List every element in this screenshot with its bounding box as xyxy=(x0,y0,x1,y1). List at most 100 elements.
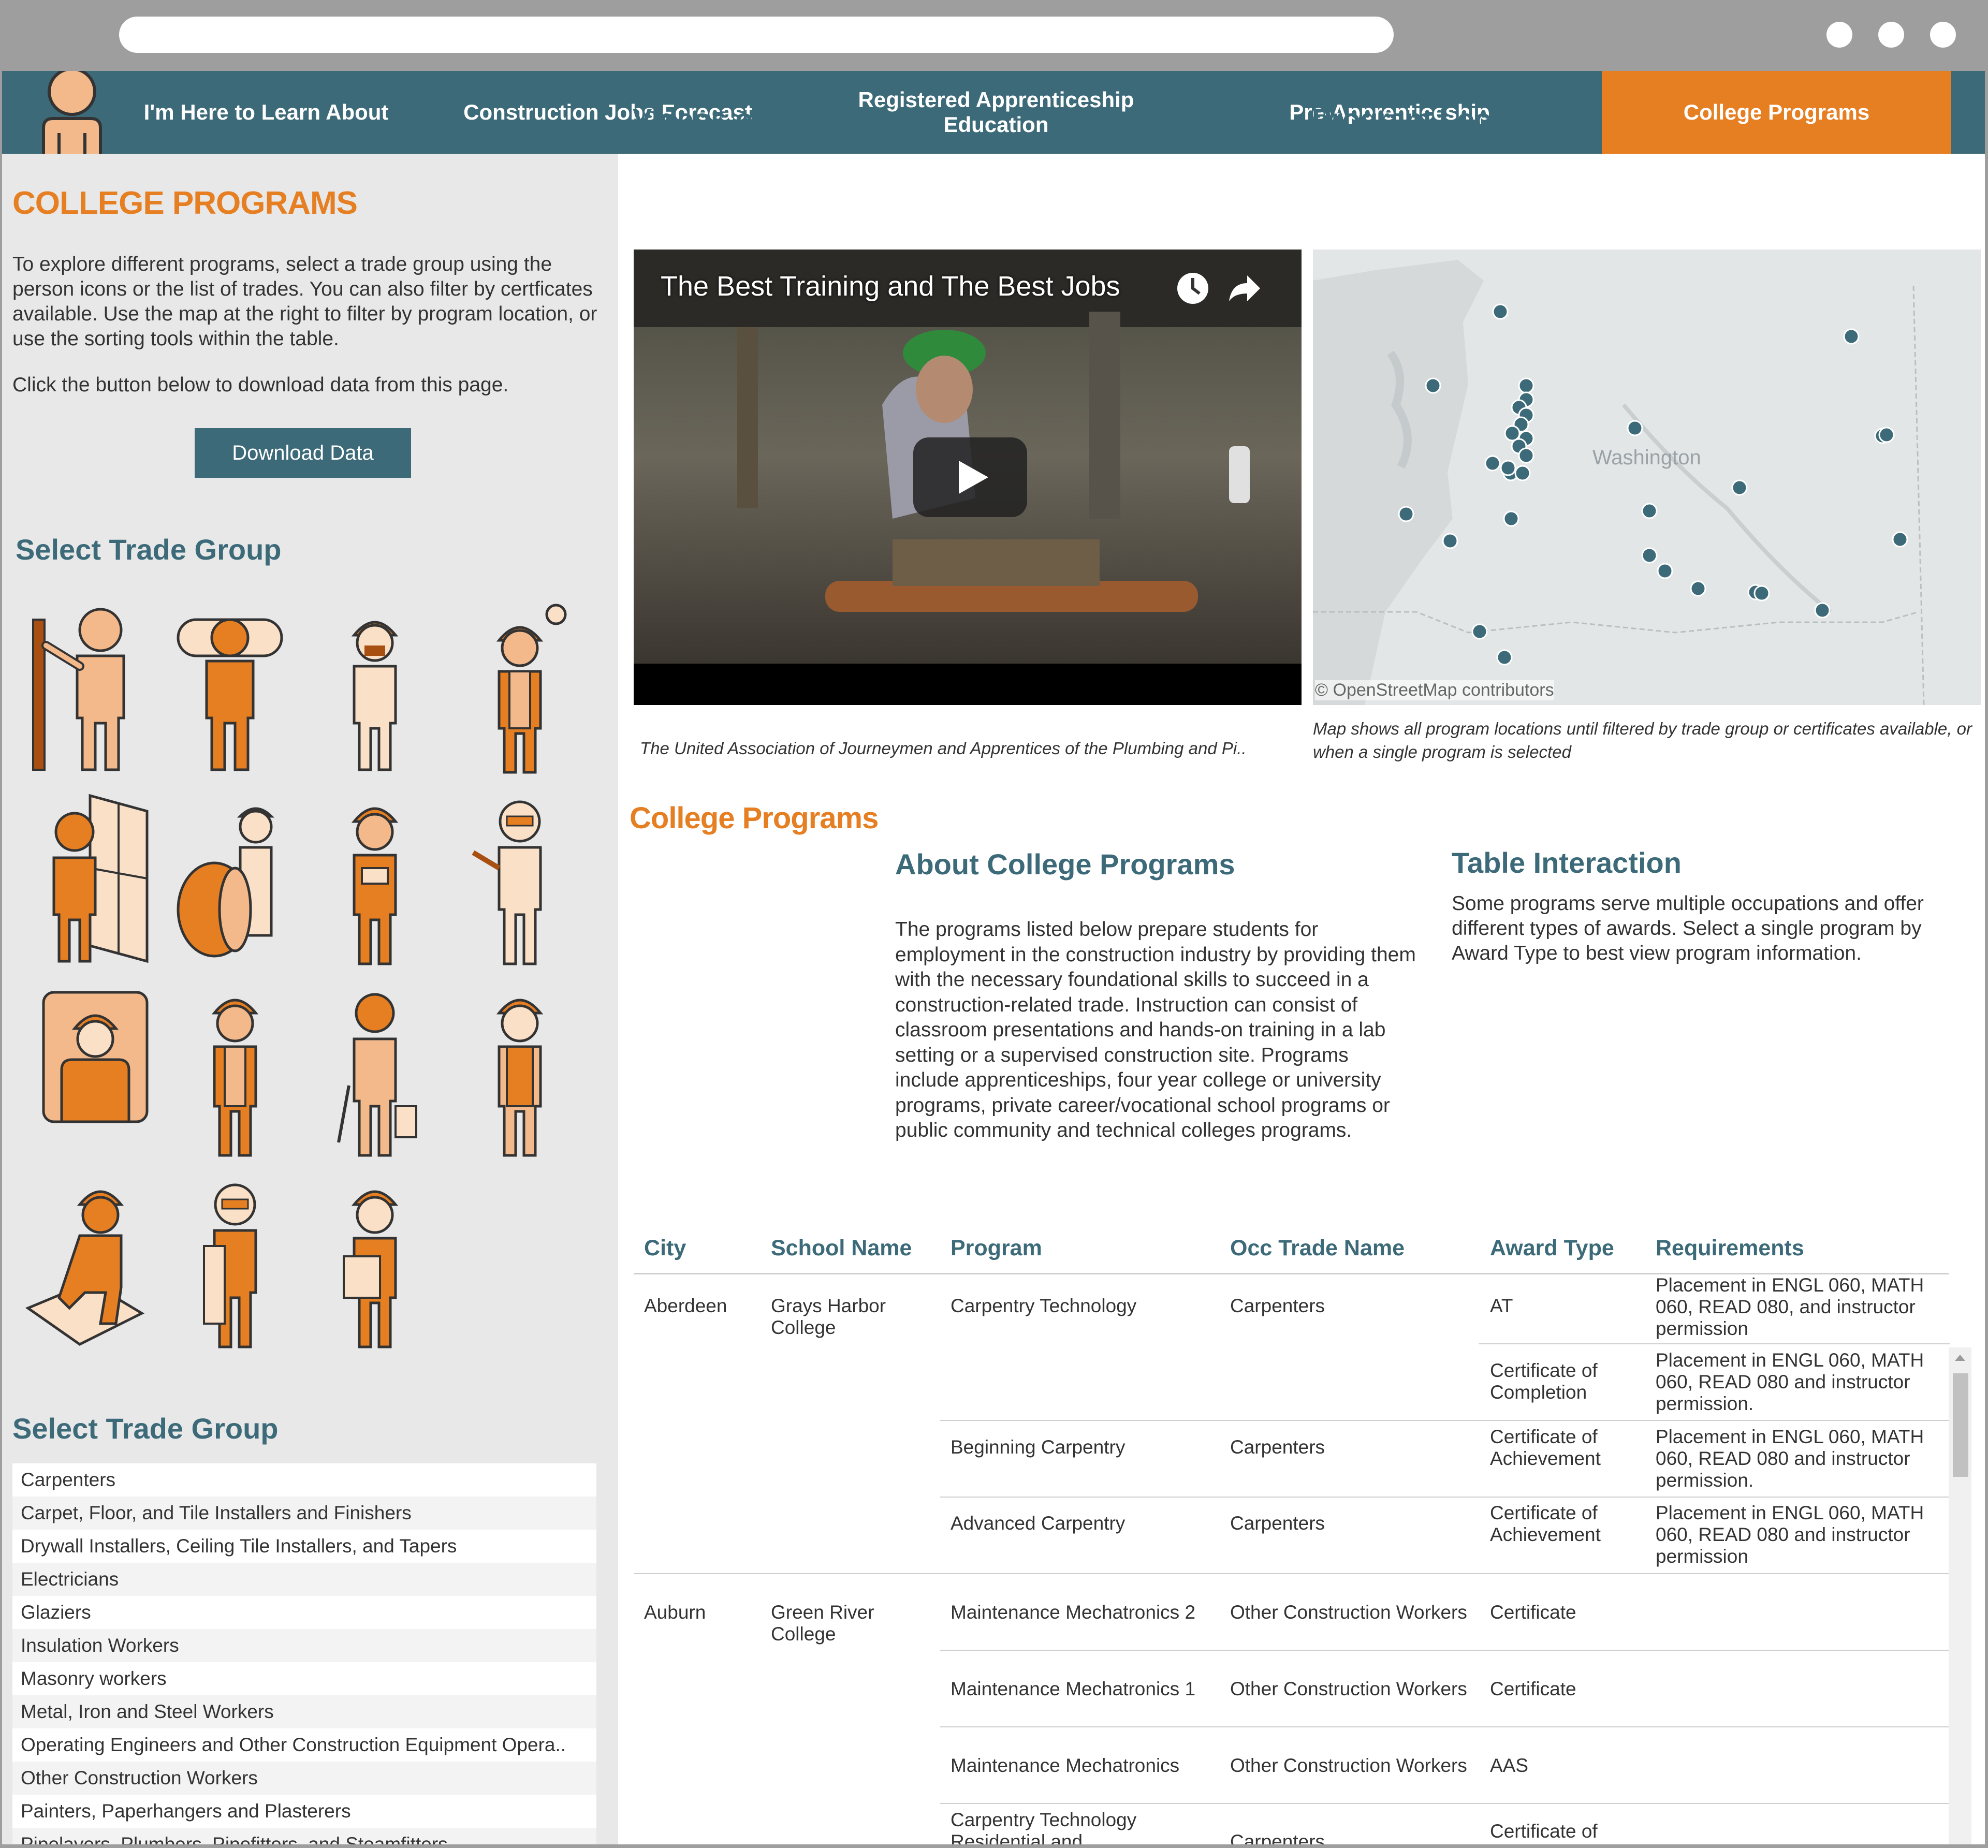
window-control-icon[interactable] xyxy=(1930,22,1956,48)
nav-learn-about[interactable]: I'm Here to Learn About xyxy=(121,71,411,154)
share-icon[interactable] xyxy=(1226,270,1263,306)
col-header-award-type[interactable]: Award Type xyxy=(1490,1236,1614,1261)
dashboard-page: I'm Here to Learn About Construction Job… xyxy=(2,71,1985,1844)
trade-list-item[interactable]: Electricians xyxy=(12,1563,596,1596)
cell-award-type[interactable]: AAS xyxy=(1490,1755,1528,1777)
program-locations-map[interactable]: Washington © OpenStreetMap contributors xyxy=(1313,250,1981,705)
person-logo-icon xyxy=(42,71,102,154)
trade-list-item[interactable]: Masonry workers xyxy=(12,1662,596,1695)
cell-award-type[interactable]: Certificate of Achievement xyxy=(1490,1426,1645,1470)
play-button-icon[interactable] xyxy=(913,437,1027,517)
cell-occ-trade[interactable]: Other Construction Workers xyxy=(1230,1602,1467,1623)
cell-occ-trade[interactable]: Carpenters xyxy=(1230,1831,1325,1844)
welder-icon[interactable] xyxy=(458,790,582,966)
col-header-program[interactable]: Program xyxy=(951,1236,1042,1261)
window-control-icon[interactable] xyxy=(1878,22,1904,48)
cell-program[interactable]: Beginning Carpentry xyxy=(951,1436,1125,1458)
cell-award-type[interactable]: Certificate of Completion xyxy=(1490,1360,1645,1403)
map-caption: Map shows all program locations until fi… xyxy=(1313,719,1972,761)
browser-window: I'm Here to Learn About Construction Job… xyxy=(0,0,1988,1848)
cell-award-type[interactable]: Certificate xyxy=(1490,1602,1576,1623)
row-divider xyxy=(940,1650,1950,1651)
metal-worker-icon[interactable] xyxy=(33,982,157,1158)
insulation-worker-icon[interactable] xyxy=(168,790,292,966)
cell-school[interactable]: Grays Harbor College xyxy=(771,1295,926,1339)
cell-program[interactable]: Maintenance Mechatronics 1 xyxy=(951,1678,1195,1700)
videos-heading: Videos of the Trade xyxy=(633,102,900,135)
table-scrollbar[interactable] xyxy=(1949,1347,1971,1844)
scrollbar-thumb[interactable] xyxy=(1953,1373,1968,1477)
cell-program[interactable]: Carpentry Technology Residential and xyxy=(951,1809,1220,1844)
intro-text: To explore different programs, select a … xyxy=(12,253,597,350)
download-data-button[interactable]: Download Data xyxy=(195,428,411,478)
row-divider xyxy=(940,1497,1950,1498)
trade-list-item[interactable]: Carpenters xyxy=(12,1463,596,1497)
scroll-up-icon[interactable] xyxy=(1954,1353,1966,1363)
trade-icon-grid xyxy=(2,599,618,1355)
row-divider xyxy=(940,1803,1950,1804)
trade-list-item[interactable]: Other Construction Workers xyxy=(12,1762,596,1795)
operating-engineer-icon[interactable] xyxy=(173,982,297,1158)
cell-award-type[interactable]: Certificate of Achievement xyxy=(1490,1502,1645,1546)
trade-list: Carpenters Carpet, Floor, and Tile Instal… xyxy=(12,1463,596,1844)
select-trade-group-heading: Select Trade Group xyxy=(16,533,282,566)
cell-program[interactable]: Maintenance Mechatronics xyxy=(951,1755,1179,1777)
cell-requirements[interactable]: Placement in ENGL 060, MATH 060, READ 08… xyxy=(1656,1274,1951,1340)
trade-list-item[interactable]: Pipelayers, Plumbers, Pipefitters, and S… xyxy=(12,1828,596,1844)
download-instructions: Click the button below to download data … xyxy=(12,374,509,396)
row-divider xyxy=(940,1726,1950,1727)
mason-worker-icon[interactable] xyxy=(313,790,437,966)
cell-program[interactable]: Advanced Carpentry xyxy=(951,1513,1125,1534)
glazier-icon[interactable] xyxy=(33,790,157,966)
col-header-occ-trade[interactable]: Occ Trade Name xyxy=(1230,1236,1405,1261)
sheet-metal-worker-icon[interactable] xyxy=(313,1174,437,1350)
window-control-icon[interactable] xyxy=(1826,22,1852,48)
trade-list-item[interactable]: Drywall Installers, Ceiling Tile Install… xyxy=(12,1530,596,1563)
trade-list-item[interactable]: Insulation Workers xyxy=(12,1629,596,1662)
map-markers xyxy=(1398,303,1908,666)
row-divider xyxy=(634,1573,1950,1574)
cell-award-type[interactable]: AT xyxy=(1490,1295,1513,1317)
watch-later-icon[interactable] xyxy=(1175,270,1211,306)
electrician-icon[interactable] xyxy=(458,599,582,775)
plumber-icon[interactable] xyxy=(23,1174,147,1350)
cell-requirements[interactable]: Placement in ENGL 060, MATH 060, READ 08… xyxy=(1656,1502,1951,1567)
programs-table: City School Name Program Occ Trade Name … xyxy=(634,1236,1969,1844)
cell-requirements[interactable]: Placement in ENGL 060, MATH 060, READ 08… xyxy=(1656,1426,1951,1491)
col-header-school[interactable]: School Name xyxy=(771,1236,912,1261)
cell-occ-trade[interactable]: Other Construction Workers xyxy=(1230,1755,1467,1777)
cell-program[interactable]: Carpentry Technology xyxy=(951,1295,1136,1317)
select-trade-group-list-heading: Select Trade Group xyxy=(12,1412,279,1445)
nav-college-programs[interactable]: College Programs xyxy=(1602,71,1951,154)
table-interaction-heading: Table Interaction xyxy=(1452,846,1682,879)
drywall-worker-icon[interactable] xyxy=(313,599,437,775)
row-divider xyxy=(940,1420,1950,1421)
cell-school[interactable]: Green River College xyxy=(771,1602,926,1645)
carpet-installer-icon[interactable] xyxy=(168,599,292,775)
cell-award-type[interactable]: Certificate of xyxy=(1490,1821,1598,1842)
about-text: The programs listed below prepare studen… xyxy=(895,918,1416,1141)
trade-list-item[interactable]: Carpet, Floor, and Tile Installers and F… xyxy=(12,1497,596,1530)
trade-list-item[interactable]: Glaziers xyxy=(12,1596,596,1629)
construction-worker-icon[interactable] xyxy=(313,982,437,1158)
trade-list-item[interactable]: Metal, Iron and Steel Workers xyxy=(12,1695,596,1728)
roofer-icon[interactable] xyxy=(173,1174,297,1350)
cell-city[interactable]: Aberdeen xyxy=(644,1295,727,1317)
cell-requirements[interactable]: Placement in ENGL 060, MATH 060, READ 08… xyxy=(1656,1350,1951,1415)
cell-city[interactable]: Auburn xyxy=(644,1602,706,1623)
cell-occ-trade[interactable]: Carpenters xyxy=(1230,1295,1325,1317)
trade-list-item[interactable]: Painters, Paperhangers and Plasterers xyxy=(12,1795,596,1828)
painter-icon[interactable] xyxy=(458,982,582,1158)
trade-list-item[interactable]: Operating Engineers and Other Constructi… xyxy=(12,1728,596,1762)
carpenter-worker-icon[interactable] xyxy=(23,599,147,775)
cell-award-type[interactable]: Certificate xyxy=(1490,1678,1576,1700)
col-header-requirements[interactable]: Requirements xyxy=(1656,1236,1804,1261)
cell-program[interactable]: Maintenance Mechatronics 2 xyxy=(951,1602,1195,1623)
video-player[interactable]: The Best Training and The Best Jobs xyxy=(634,250,1302,705)
cell-occ-trade[interactable]: Carpenters xyxy=(1230,1513,1325,1534)
address-bar[interactable] xyxy=(119,17,1394,53)
left-panel: COLLEGE PROGRAMS To explore different pr… xyxy=(2,154,618,1844)
cell-occ-trade[interactable]: Other Construction Workers xyxy=(1230,1678,1467,1700)
cell-occ-trade[interactable]: Carpenters xyxy=(1230,1436,1325,1458)
col-header-city[interactable]: City xyxy=(644,1236,686,1261)
